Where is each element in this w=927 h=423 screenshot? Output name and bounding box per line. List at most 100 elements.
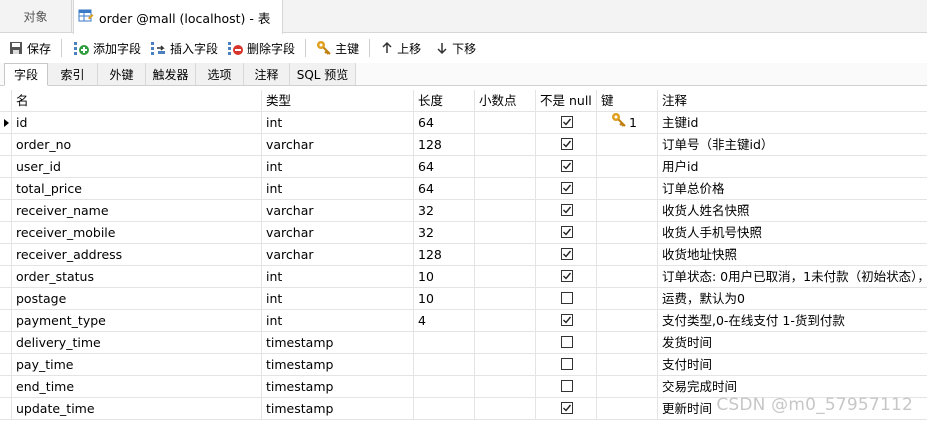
cell-not-null[interactable] [536, 134, 597, 156]
cell-not-null[interactable] [536, 332, 597, 354]
cell-length[interactable]: 64 [414, 112, 475, 134]
cell-name[interactable]: id [12, 112, 262, 134]
not-null-checkbox[interactable] [561, 314, 573, 326]
cell-key[interactable] [597, 288, 658, 310]
cell-name[interactable]: receiver_address [12, 244, 262, 266]
cell-name[interactable]: receiver_mobile [12, 222, 262, 244]
cell-name[interactable]: payment_type [12, 310, 262, 332]
header-length[interactable]: 长度 [414, 90, 475, 112]
cell-key[interactable] [597, 244, 658, 266]
header-not-null[interactable]: 不是 null [536, 90, 597, 112]
not-null-checkbox[interactable] [561, 358, 573, 370]
cell-type[interactable]: int [262, 310, 414, 332]
tab-table-design[interactable]: order @mall (localhost) - 表 [73, 0, 283, 34]
cell-type[interactable]: timestamp [262, 376, 414, 398]
tab-triggers[interactable]: 触发器 [146, 63, 196, 85]
cell-decimals[interactable] [475, 244, 536, 266]
table-row[interactable]: user_id int 64 用户id [0, 156, 927, 178]
cell-comment[interactable]: 用户id [658, 156, 927, 178]
move-up-button[interactable]: 上移 [376, 36, 425, 60]
row-indicator[interactable] [0, 200, 12, 222]
cell-type[interactable]: int [262, 156, 414, 178]
cell-length[interactable]: 4 [414, 310, 475, 332]
cell-name[interactable]: update_time [12, 398, 262, 420]
not-null-checkbox[interactable] [561, 182, 573, 194]
row-indicator[interactable] [0, 398, 12, 420]
cell-not-null[interactable] [536, 288, 597, 310]
cell-comment[interactable]: 运费，默认为0 [658, 288, 927, 310]
tab-options[interactable]: 选项 [196, 63, 244, 85]
cell-key[interactable] [597, 332, 658, 354]
cell-name[interactable]: order_no [12, 134, 262, 156]
delete-field-button[interactable]: 删除字段 [222, 36, 299, 60]
cell-length[interactable]: 10 [414, 288, 475, 310]
row-indicator[interactable] [0, 156, 12, 178]
cell-comment[interactable]: 支付时间 [658, 354, 927, 376]
cell-not-null[interactable] [536, 354, 597, 376]
row-indicator[interactable] [0, 310, 12, 332]
not-null-checkbox[interactable] [561, 160, 573, 172]
cell-decimals[interactable] [475, 156, 536, 178]
cell-decimals[interactable] [475, 178, 536, 200]
row-indicator[interactable] [0, 112, 12, 134]
cell-key[interactable] [597, 376, 658, 398]
cell-not-null[interactable] [536, 244, 597, 266]
header-key[interactable]: 键 [597, 90, 658, 112]
cell-name[interactable]: postage [12, 288, 262, 310]
cell-length[interactable]: 64 [414, 156, 475, 178]
table-row[interactable]: payment_type int 4 支付类型,0-在线支付 1-货到付款 [0, 310, 927, 332]
cell-name[interactable]: end_time [12, 376, 262, 398]
cell-decimals[interactable] [475, 266, 536, 288]
not-null-checkbox[interactable] [561, 270, 573, 282]
cell-type[interactable]: varchar [262, 222, 414, 244]
cell-decimals[interactable] [475, 332, 536, 354]
cell-type[interactable]: int [262, 288, 414, 310]
not-null-checkbox[interactable] [561, 380, 573, 392]
cell-type[interactable]: varchar [262, 134, 414, 156]
cell-decimals[interactable] [475, 310, 536, 332]
cell-comment[interactable]: 收货人手机号快照 [658, 222, 927, 244]
cell-decimals[interactable] [475, 134, 536, 156]
cell-key[interactable] [597, 134, 658, 156]
cell-not-null[interactable] [536, 200, 597, 222]
row-indicator[interactable] [0, 266, 12, 288]
cell-key[interactable] [597, 398, 658, 420]
cell-length[interactable]: 32 [414, 222, 475, 244]
row-indicator[interactable] [0, 134, 12, 156]
cell-comment[interactable]: 订单总价格 [658, 178, 927, 200]
add-field-button[interactable]: 添加字段 [68, 36, 145, 60]
header-comment[interactable]: 注释 [658, 90, 927, 112]
move-down-button[interactable]: 下移 [431, 36, 480, 60]
cell-key[interactable] [597, 310, 658, 332]
cell-key[interactable] [597, 178, 658, 200]
tab-foreign-keys[interactable]: 外键 [98, 63, 146, 85]
cell-not-null[interactable] [536, 310, 597, 332]
cell-length[interactable] [414, 332, 475, 354]
insert-field-button[interactable]: 插入字段 [145, 36, 222, 60]
table-row[interactable]: total_price int 64 订单总价格 [0, 178, 927, 200]
cell-comment[interactable]: 订单状态: 0用户已取消，1未付款（初始状态），2 [658, 266, 927, 288]
cell-type[interactable]: int [262, 178, 414, 200]
cell-type[interactable]: timestamp [262, 354, 414, 376]
cell-key[interactable] [597, 200, 658, 222]
cell-name[interactable]: order_status [12, 266, 262, 288]
tab-indexes[interactable]: 索引 [48, 63, 98, 85]
not-null-checkbox[interactable] [561, 116, 573, 128]
cell-decimals[interactable] [475, 200, 536, 222]
cell-name[interactable]: receiver_name [12, 200, 262, 222]
table-row[interactable]: pay_time timestamp 支付时间 [0, 354, 927, 376]
row-indicator[interactable] [0, 222, 12, 244]
cell-comment[interactable]: 发货时间 [658, 332, 927, 354]
cell-comment[interactable]: 支付类型,0-在线支付 1-货到付款 [658, 310, 927, 332]
cell-length[interactable] [414, 354, 475, 376]
cell-name[interactable]: delivery_time [12, 332, 262, 354]
row-indicator[interactable] [0, 376, 12, 398]
tab-objects[interactable]: 对象 [0, 0, 72, 33]
header-decimals[interactable]: 小数点 [475, 90, 536, 112]
cell-decimals[interactable] [475, 354, 536, 376]
cell-key[interactable] [597, 266, 658, 288]
cell-not-null[interactable] [536, 178, 597, 200]
cell-length[interactable]: 128 [414, 134, 475, 156]
table-row[interactable]: receiver_name varchar 32 收货人姓名快照 [0, 200, 927, 222]
cell-type[interactable]: timestamp [262, 398, 414, 420]
